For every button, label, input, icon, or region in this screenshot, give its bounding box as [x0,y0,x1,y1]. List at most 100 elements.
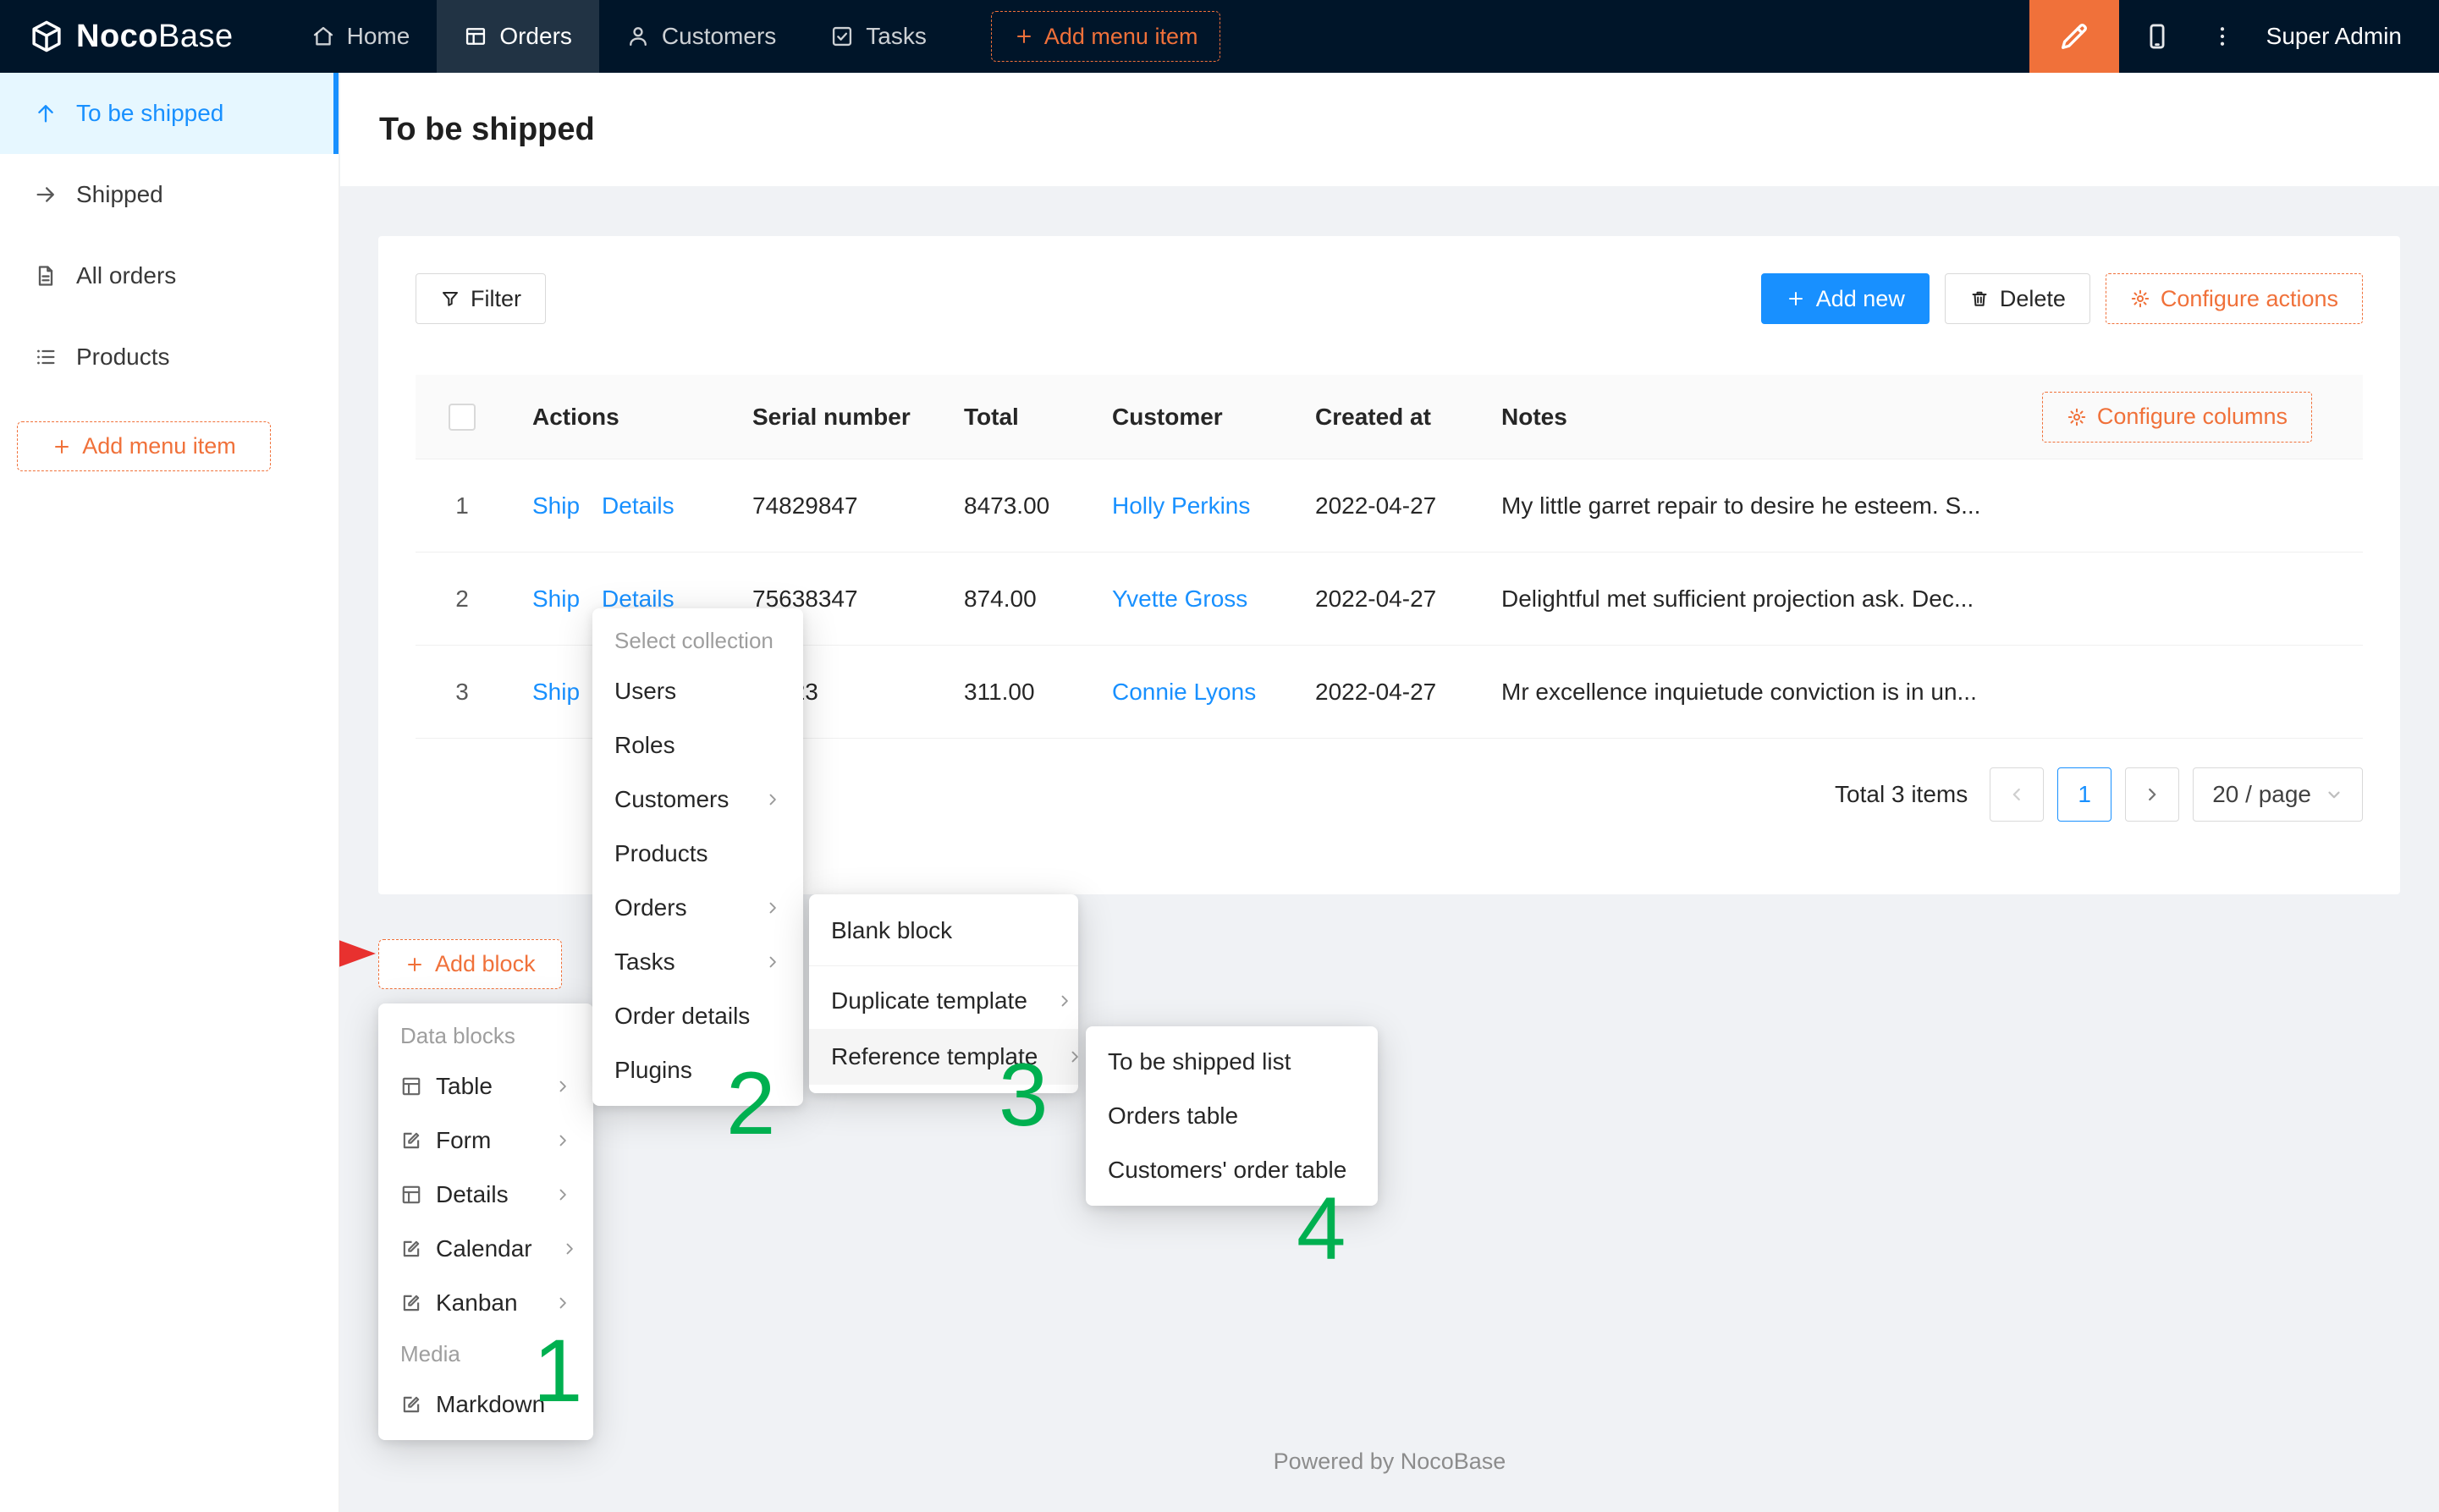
chevron-down-icon [2325,785,2343,804]
plus-icon [1014,26,1034,47]
pagination-page-1[interactable]: 1 [2057,767,2111,822]
nav-item-orders[interactable]: Orders [437,0,599,73]
menu-group-title: Select collection [592,617,803,664]
menu-item-label: Form [436,1127,491,1154]
nav-item-tasks[interactable]: Tasks [803,0,954,73]
nav-add-menu-item-button[interactable]: Add menu item [991,11,1221,62]
chevron-right-icon [2143,785,2161,804]
menu-item-customers[interactable]: Customers [592,772,803,827]
nocobase-logo[interactable]: NocoBase [0,0,284,73]
filter-icon [440,289,460,309]
page-size-value: 20 / page [2212,781,2311,808]
menu-item-label: Plugins [614,1057,692,1084]
menu-item-label: Roles [614,732,675,759]
configure-actions-button[interactable]: Configure actions [2106,273,2363,324]
sidebar-item-to-be-shipped[interactable]: To be shipped [0,73,339,154]
menu-item-orders-table[interactable]: Orders table [1086,1089,1378,1143]
delete-button[interactable]: Delete [1945,273,2090,324]
menu-item-form[interactable]: Form [378,1113,593,1168]
nav-item-label: Home [347,23,410,50]
menu-item-duplicate-template[interactable]: Duplicate template [809,973,1078,1029]
delete-label: Delete [2000,286,2066,312]
chevron-right-icon [546,1240,578,1257]
total-cell: 8473.00 [940,492,1088,520]
menu-item-roles[interactable]: Roles [592,718,803,772]
table-row: 1 Ship Details 74829847 8473.00 Holly Pe… [416,459,2363,553]
configure-actions-label: Configure actions [2161,286,2338,312]
gear-icon [2130,289,2150,309]
nav-item-home[interactable]: Home [284,0,438,73]
menu-item-blank-block[interactable]: Blank block [809,903,1078,959]
ship-link[interactable]: Ship [532,586,580,613]
step-annotation-2: 2 [726,1059,775,1148]
details-block-icon [400,1184,422,1206]
menu-item-to-be-shipped-list[interactable]: To be shipped list [1086,1035,1378,1089]
chevron-right-icon [539,1132,571,1149]
select-all-checkbox[interactable] [449,404,476,431]
filter-label: Filter [471,286,521,312]
menu-item-users[interactable]: Users [592,664,803,718]
row-index: 1 [416,492,509,520]
brand-name: NocoBase [76,19,234,55]
menu-item-products[interactable]: Products [592,827,803,881]
menu-item-calendar[interactable]: Calendar [378,1222,593,1276]
add-block-button[interactable]: Add block [378,939,562,989]
current-user-menu[interactable]: Super Admin [2249,0,2439,73]
notes-cell: My little garret repair to desire he est… [1478,492,2363,520]
filter-button[interactable]: Filter [416,273,546,324]
add-new-button[interactable]: Add new [1761,273,1930,324]
nav-item-customers[interactable]: Customers [599,0,803,73]
page-size-select[interactable]: 20 / page [2193,767,2363,822]
ui-editor-button[interactable] [2029,0,2119,73]
details-link[interactable]: Details [602,492,674,520]
add-new-label: Add new [1816,286,1905,312]
add-block-label: Add block [435,951,536,977]
menu-item-label: Tasks [614,948,675,976]
chevron-right-icon [749,791,781,808]
sidebar-item-products[interactable]: Products [0,316,339,398]
menu-item-table[interactable]: Table [378,1059,593,1113]
menu-item-details[interactable]: Details [378,1168,593,1222]
chevron-right-icon [539,1186,571,1203]
powered-by-footer: Powered by NocoBase [340,1449,2439,1475]
menu-item-order-details[interactable]: Order details [592,989,803,1043]
customer-link[interactable]: Connie Lyons [1112,679,1256,705]
kanban-block-icon [400,1292,422,1314]
total-cell: 311.00 [940,679,1088,706]
pagination-next-button[interactable] [2125,767,2179,822]
configure-columns-label: Configure columns [2097,404,2288,430]
menu-item-orders[interactable]: Orders [592,881,803,935]
chevron-right-icon [539,1295,571,1311]
notes-cell: Delightful met sufficient projection ask… [1478,586,2363,613]
step-annotation-4: 4 [1297,1185,1346,1273]
column-header-customer: Customer [1088,404,1291,431]
page-title: To be shipped [379,112,595,148]
menu-item-tasks[interactable]: Tasks [592,935,803,989]
arrow-right-icon [34,183,58,206]
customer-link[interactable]: Yvette Gross [1112,586,1247,612]
sidebar: To be shipped Shipped All orders Product… [0,73,339,1512]
menu-item-label: Table [436,1073,493,1100]
pagination-prev-button[interactable] [1990,767,2044,822]
arrow-up-icon [34,102,58,125]
top-navbar: NocoBase Home Orders Customers Tasks Add… [0,0,2439,73]
sidebar-add-menu-item-button[interactable]: Add menu item [17,421,271,471]
ship-link[interactable]: Ship [532,492,580,520]
sidebar-item-all-orders[interactable]: All orders [0,235,339,316]
form-block-icon [400,1130,422,1152]
file-icon [34,264,58,288]
more-menu-button[interactable] [2195,0,2249,73]
table-block-icon [400,1075,422,1097]
mobile-preview-button[interactable] [2119,0,2195,73]
configure-columns-button[interactable]: Configure columns [2042,392,2312,443]
trash-icon [1969,289,1990,309]
serial-cell: 74829847 [729,492,940,520]
column-header-total: Total [940,404,1088,431]
logo-cube-icon [29,19,64,54]
row-index: 2 [416,586,509,613]
ship-link[interactable]: Ship [532,679,580,706]
column-header-serial: Serial number [729,404,940,431]
menu-item-label: Order details [614,1003,750,1030]
sidebar-item-shipped[interactable]: Shipped [0,154,339,235]
customer-link[interactable]: Holly Perkins [1112,492,1250,519]
